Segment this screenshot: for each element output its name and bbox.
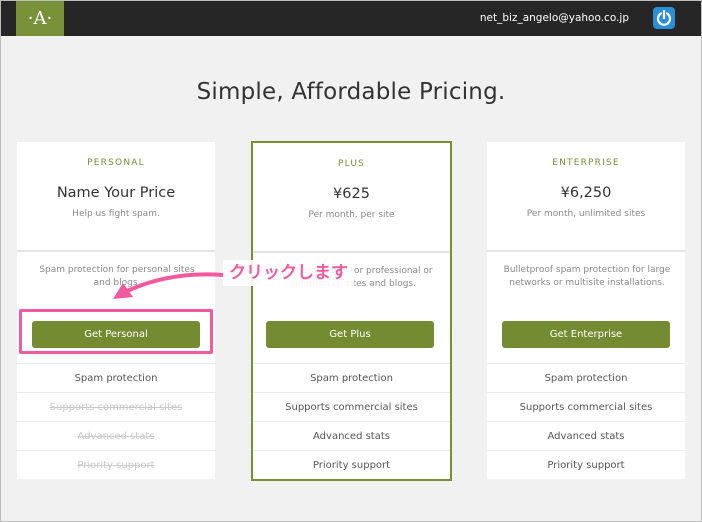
plan-subtitle: Per month, per site [308, 210, 395, 220]
plan-tier: PERSONAL [87, 158, 145, 168]
logo[interactable]: ·A· [16, 1, 64, 36]
plan-tier: PLUS [337, 159, 366, 169]
plan-card-plus: PLUS ¥625 Per month, per site Spam prote… [251, 141, 452, 481]
plan-price: ¥6,250 [560, 185, 612, 201]
plan-subtitle: Help us fight spam. [72, 209, 160, 219]
feature-item: Advanced stats [17, 421, 215, 451]
power-icon[interactable] [653, 7, 675, 29]
plan-card-header: PERSONAL Name Your Price Help us fight s… [17, 142, 215, 252]
plan-card-header: PLUS ¥625 Per month, per site [253, 143, 450, 253]
feature-item: Advanced stats [253, 421, 450, 451]
feature-item: Priority support [17, 450, 215, 480]
feature-item: Advanced stats [487, 421, 685, 451]
plan-description: Bulletproof spam protection for large ne… [503, 265, 671, 288]
plan-tier: ENTERPRISE [552, 158, 620, 168]
feature-item: Supports commercial sites [17, 392, 215, 422]
highlight-box [19, 309, 213, 354]
feature-item: Spam protection [253, 363, 450, 393]
feature-item: Supports commercial sites [487, 392, 685, 422]
get-enterprise-button[interactable]: Get Enterprise [502, 321, 670, 348]
feature-item: Priority support [253, 450, 450, 480]
callout-label: クリックします [223, 260, 354, 286]
feature-item: Supports commercial sites [253, 392, 450, 422]
page-title: Simple, Affordable Pricing. [196, 79, 506, 105]
feature-item: Spam protection [487, 363, 685, 393]
plan-price: ¥625 [333, 186, 370, 202]
plan-card-header: ENTERPRISE ¥6,250 Per month, unlimited s… [487, 142, 685, 252]
plan-subtitle: Per month, unlimited sites [526, 209, 646, 219]
plan-card-enterprise: ENTERPRISE ¥6,250 Per month, unlimited s… [487, 142, 685, 479]
top-bar: ·A· net_biz_angelo@yahoo.co.jp [1, 1, 701, 36]
feature-item: Spam protection [17, 363, 215, 393]
arrow-icon [113, 272, 225, 299]
feature-item: Priority support [487, 450, 685, 480]
user-email: net_biz_angelo@yahoo.co.jp [479, 12, 629, 24]
plan-price: Name Your Price [56, 185, 176, 201]
get-plus-button[interactable]: Get Plus [266, 321, 434, 348]
